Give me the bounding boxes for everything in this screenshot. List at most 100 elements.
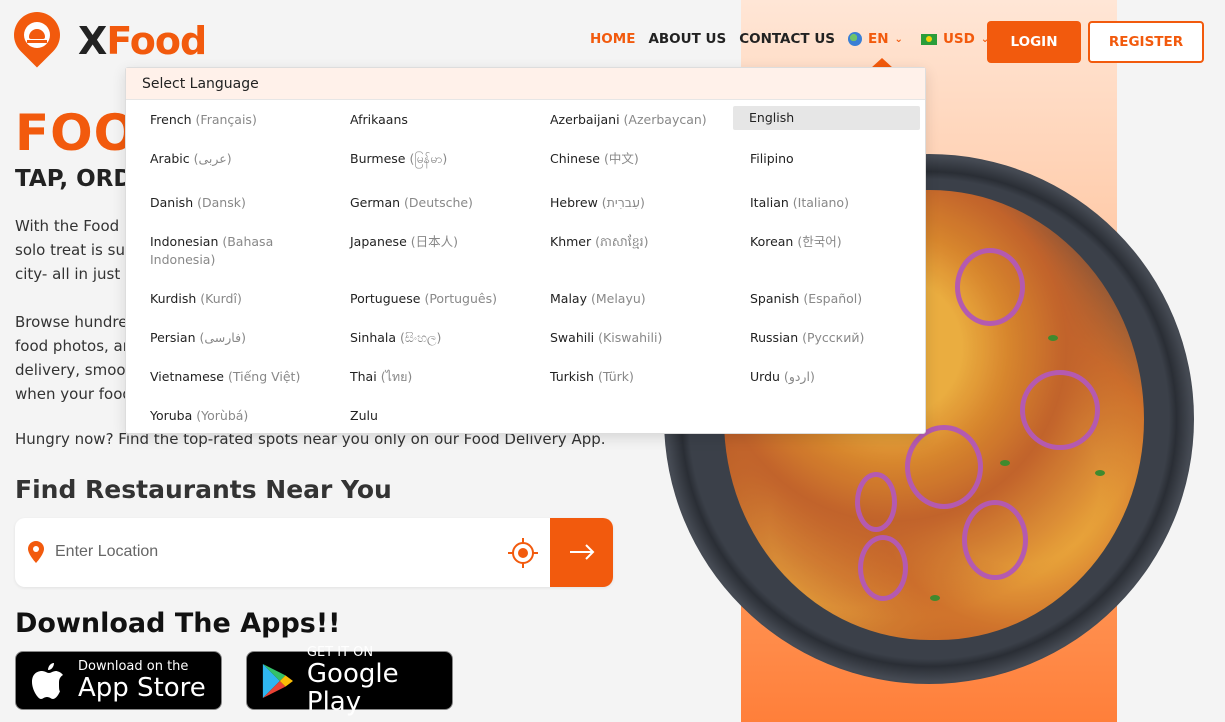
- language-option[interactable]: Portuguese (Português): [350, 290, 535, 308]
- language-option[interactable]: French (Français): [150, 111, 335, 129]
- language-option-name: Spanish: [750, 291, 800, 306]
- login-button[interactable]: LOGIN: [987, 21, 1081, 63]
- apple-icon: [32, 662, 63, 699]
- brand-name: XFood: [78, 19, 207, 63]
- language-option[interactable]: Zulu: [350, 407, 535, 425]
- language-option[interactable]: Malay (Melayu): [550, 290, 735, 308]
- onion-ring-decor: [855, 472, 897, 532]
- language-option-native: (සිංහල): [400, 330, 442, 345]
- language-option[interactable]: Chinese (中文): [550, 150, 735, 168]
- language-option[interactable]: Indonesian (Bahasa Indonesia): [150, 233, 335, 269]
- language-option-name: Kurdish: [150, 291, 197, 306]
- language-option-name: Burmese: [350, 151, 406, 166]
- language-option-name: Russian: [750, 330, 799, 345]
- locate-me-icon[interactable]: [508, 538, 538, 568]
- hero-title: FOO: [15, 104, 138, 162]
- language-option[interactable]: Afrikaans: [350, 111, 535, 129]
- language-option[interactable]: Arabic (عربى): [150, 150, 335, 168]
- language-option[interactable]: Spanish (Español): [750, 290, 935, 308]
- google-play-badge[interactable]: GET IT ON Google Play: [246, 645, 453, 716]
- language-selector[interactable]: EN ⌄: [848, 31, 903, 47]
- language-option[interactable]: Kurdish (Kurdî): [150, 290, 335, 308]
- google-play-small-text: GET IT ON: [306, 644, 374, 660]
- language-option-name: Swahili: [550, 330, 595, 345]
- language-option-native: (Français): [195, 112, 257, 127]
- language-option-name: Portuguese: [350, 291, 421, 306]
- onion-ring-decor: [858, 535, 908, 601]
- language-option-name: Yoruba: [150, 408, 193, 423]
- language-option-name: Malay: [550, 291, 587, 306]
- onion-ring-decor: [905, 425, 983, 509]
- language-option[interactable]: Japanese (日本人): [350, 233, 535, 251]
- language-option-native: (اردو): [783, 369, 815, 384]
- language-option-name: Arabic: [150, 151, 190, 166]
- hero-subtitle: TAP, ORD: [15, 166, 133, 192]
- globe-icon: [848, 32, 863, 46]
- language-option-native: (ไทย): [380, 369, 413, 384]
- language-option-native: (Русский): [802, 330, 865, 345]
- herb-decor: [1000, 460, 1010, 466]
- language-option[interactable]: Hebrew (עִברִית): [550, 194, 735, 212]
- language-option-name: French: [150, 112, 192, 127]
- location-input[interactable]: [55, 538, 485, 566]
- language-option[interactable]: Korean (한국어): [750, 233, 935, 251]
- language-option-native: (日本人): [410, 234, 459, 249]
- google-play-icon: [262, 663, 294, 698]
- language-option[interactable]: Danish (Dansk): [150, 194, 335, 212]
- language-option-native: (Deutsche): [404, 195, 473, 210]
- nav-home[interactable]: HOME: [590, 31, 635, 47]
- nav-contact[interactable]: CONTACT US: [739, 31, 835, 47]
- language-option[interactable]: German (Deutsche): [350, 194, 535, 212]
- language-option-native: (Kiswahili): [598, 330, 663, 345]
- language-option-native: (Azerbaycan): [623, 112, 707, 127]
- register-button[interactable]: REGISTER: [1088, 21, 1204, 63]
- language-option[interactable]: Khmer (ភាសាខ្មែរ): [550, 233, 735, 251]
- language-option[interactable]: Swahili (Kiswahili): [550, 329, 735, 347]
- language-option-name: Azerbaijani: [550, 112, 620, 127]
- main-nav: HOME ABOUT US CONTACT US EN ⌄ USD ⌄: [590, 31, 1007, 47]
- language-option[interactable]: Burmese (မြန်မာ): [350, 150, 535, 168]
- language-option-native: (فارسی): [199, 330, 246, 345]
- language-dropdown: Select Language French (Français) Afrikaa…: [125, 67, 926, 434]
- language-option[interactable]: Azerbaijani (Azerbaycan): [550, 111, 735, 129]
- language-option[interactable]: Russian (Русский): [750, 329, 935, 347]
- language-option[interactable]: Urdu (اردو): [750, 368, 935, 386]
- language-option-native: (עִברִית): [601, 195, 645, 210]
- language-option[interactable]: Filipino: [750, 150, 935, 168]
- language-option[interactable]: Thai (ไทย): [350, 368, 535, 386]
- language-option[interactable]: Persian (فارسی): [150, 329, 335, 347]
- google-play-big-text: Google Play: [306, 658, 399, 717]
- language-option-native: (Melayu): [590, 291, 646, 306]
- currency-selector[interactable]: USD ⌄: [920, 31, 989, 47]
- language-option-name: Filipino: [750, 151, 794, 166]
- language-option-name: Khmer: [550, 234, 592, 249]
- language-option-name: Japanese: [350, 234, 407, 249]
- nav-about[interactable]: ABOUT US: [648, 31, 726, 47]
- language-option-name: Sinhala: [350, 330, 397, 345]
- brand-logo[interactable]: XFood: [4, 2, 207, 70]
- chevron-down-icon: ⌄: [894, 33, 903, 45]
- onion-ring-decor: [962, 500, 1028, 580]
- language-option-native: (မြန်မာ): [409, 151, 448, 166]
- onion-ring-decor: [955, 248, 1025, 326]
- language-option[interactable]: English: [733, 106, 920, 130]
- language-option[interactable]: Turkish (Türk): [550, 368, 735, 386]
- language-option[interactable]: Sinhala (සිංහල): [350, 329, 535, 347]
- language-option[interactable]: Italian (Italiano): [750, 194, 935, 212]
- language-option-native: (Tiếng Việt): [227, 369, 301, 384]
- app-store-badge[interactable]: Download on the App Store: [15, 651, 222, 710]
- language-option-native: (中文): [603, 151, 639, 166]
- language-option[interactable]: Yoruba (Yorùbá): [150, 407, 335, 425]
- language-option-native: (عربى): [193, 151, 232, 166]
- language-option-name: Indonesian: [150, 234, 219, 249]
- herb-decor: [930, 595, 940, 601]
- location-pin-logo-icon: [4, 2, 70, 70]
- language-selector-label: EN: [868, 31, 889, 47]
- arrow-right-icon: [569, 543, 594, 560]
- search-submit-button[interactable]: [550, 518, 613, 587]
- download-apps-title: Download The Apps!!: [15, 608, 341, 639]
- language-option-native: (ភាសាខ្មែរ): [595, 234, 649, 249]
- language-option-native: (Português): [424, 291, 497, 306]
- language-option-name: Korean: [750, 234, 794, 249]
- language-option[interactable]: Vietnamese (Tiếng Việt): [150, 368, 335, 386]
